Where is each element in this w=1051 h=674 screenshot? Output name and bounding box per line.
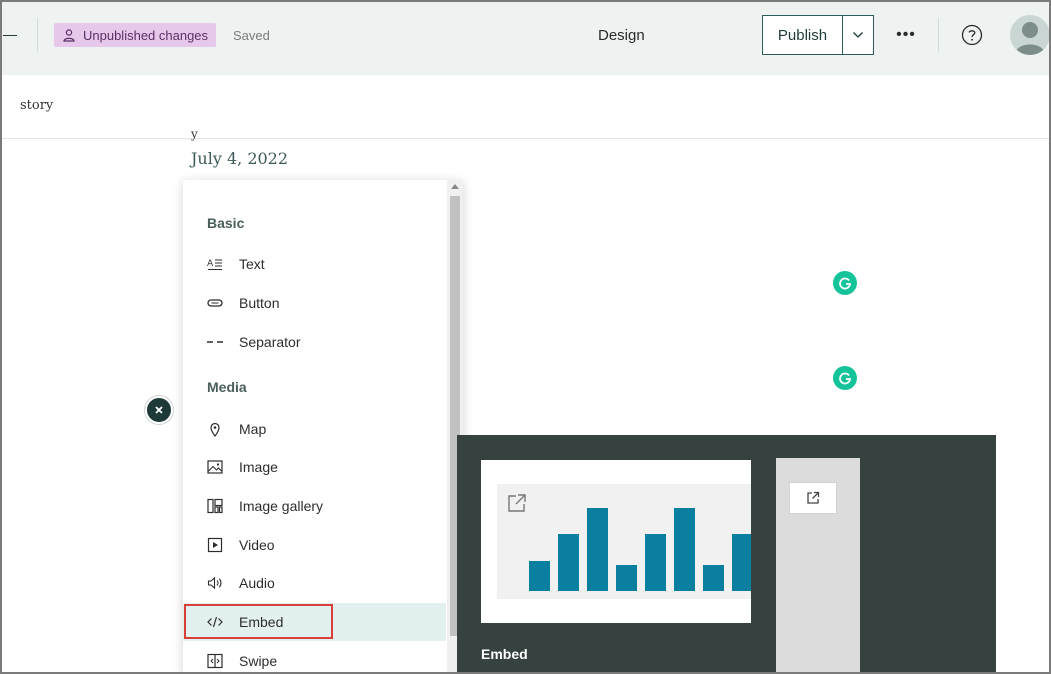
section-title-basic: Basic — [207, 215, 245, 231]
menu-item-text[interactable]: A Text — [183, 245, 446, 283]
external-link-icon — [807, 491, 820, 504]
menu-dash-icon[interactable] — [3, 35, 17, 36]
preview-bar — [529, 561, 550, 591]
menu-item-image-gallery[interactable]: Image gallery — [183, 487, 446, 525]
video-icon — [207, 537, 223, 553]
block-picker-menu: Basic A Text Button Separator Media Map … — [183, 180, 463, 674]
menu-item-label: Button — [239, 295, 280, 311]
header-divider-right — [938, 18, 939, 52]
preview-card — [481, 460, 751, 623]
menu-item-button[interactable]: Button — [183, 284, 446, 322]
story-subbar: story — [0, 75, 1051, 139]
grammarly-icon[interactable] — [833, 366, 857, 390]
highlight-outline — [184, 604, 333, 639]
svg-text:A: A — [207, 259, 214, 269]
user-icon — [63, 29, 75, 42]
publish-split-button: Publish — [762, 15, 874, 55]
preview-bar — [674, 508, 695, 591]
preview-title: Embed — [481, 646, 528, 662]
embed-preview-tooltip: Embed — [457, 435, 776, 674]
menu-item-embed[interactable]: Embed — [183, 603, 446, 641]
menu-item-map[interactable]: Map — [183, 410, 446, 448]
preview-bar — [616, 565, 637, 591]
publish-options-button[interactable] — [843, 16, 873, 54]
chevron-down-icon — [853, 32, 863, 38]
menu-item-label: Audio — [239, 575, 275, 591]
image-icon — [207, 459, 223, 475]
story-date[interactable]: July 4, 2022 — [191, 149, 288, 168]
preview-bar — [645, 534, 666, 591]
section-title-media: Media — [207, 379, 247, 395]
external-link-icon — [508, 494, 526, 512]
menu-item-video[interactable]: Video — [183, 526, 446, 564]
user-avatar-icon — [1015, 22, 1045, 55]
preview-bar-chart-illustration — [497, 484, 751, 599]
design-button[interactable]: Design — [598, 27, 645, 44]
image-gallery-icon — [207, 498, 223, 514]
button-icon — [207, 295, 223, 311]
menu-item-audio[interactable]: Audio — [183, 564, 446, 602]
more-options-icon[interactable]: ••• — [896, 26, 916, 44]
top-header: Unpublished changes Saved Design Preview… — [0, 0, 1051, 674]
story-text-fragment: y — [191, 127, 198, 141]
menu-item-label: Video — [239, 537, 275, 553]
close-icon — [155, 406, 163, 414]
menu-item-label: Separator — [239, 334, 301, 350]
swipe-icon — [207, 653, 223, 669]
preview-bar — [732, 534, 751, 591]
saved-status: Saved — [233, 28, 270, 43]
menu-item-label: Image gallery — [239, 498, 324, 514]
separator-icon — [207, 334, 223, 350]
help-icon[interactable] — [961, 24, 983, 46]
open-external-button[interactable] — [789, 482, 837, 514]
preview-bar — [587, 508, 608, 591]
menu-item-separator[interactable]: Separator — [183, 323, 446, 361]
scroll-up-arrow-icon[interactable] — [451, 184, 459, 189]
menu-item-label: Text — [239, 256, 265, 272]
audio-icon — [207, 575, 223, 591]
menu-item-label: Swipe — [239, 653, 278, 669]
publish-button[interactable]: Publish — [763, 16, 843, 54]
preview-bar — [703, 565, 724, 591]
badge-label: Unpublished changes — [83, 27, 209, 43]
menu-item-image[interactable]: Image — [183, 448, 446, 486]
menu-item-label: Map — [239, 421, 267, 437]
avatar[interactable] — [1010, 15, 1050, 55]
map-pin-icon — [207, 421, 223, 437]
story-label: story — [20, 98, 54, 113]
text-icon: A — [207, 256, 223, 272]
unpublished-changes-badge: Unpublished changes — [54, 23, 217, 47]
preview-bar — [558, 534, 579, 591]
grammarly-icon[interactable] — [833, 271, 857, 295]
menu-item-swipe[interactable]: Swipe — [183, 642, 446, 674]
header-divider — [37, 18, 38, 52]
menu-item-label: Image — [239, 459, 278, 475]
close-block-picker-button[interactable] — [145, 396, 173, 424]
